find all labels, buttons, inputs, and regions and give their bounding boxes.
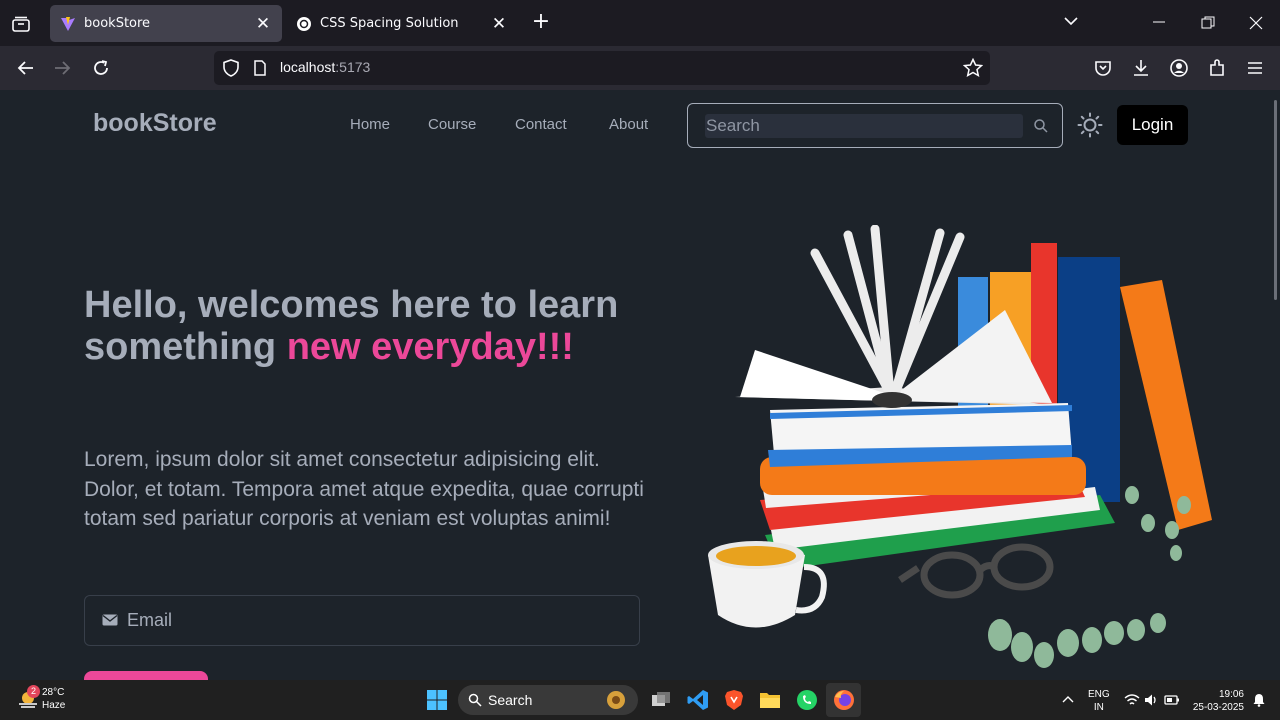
tab-list-button[interactable] [8,11,34,37]
extensions-button[interactable] [1204,56,1230,80]
restore-button[interactable] [1201,16,1215,34]
nav-home[interactable]: Home [350,116,390,133]
taskbar-search-label: Search [488,692,533,708]
shield-icon[interactable] [222,59,240,77]
speaker-icon[interactable] [1144,693,1158,707]
new-tab-button[interactable]: + [530,11,552,34]
books-illustration [708,225,1212,668]
page-icon [254,60,266,76]
input-language[interactable]: ENG IN [1088,688,1110,714]
close-window-button[interactable] [1249,16,1263,34]
region-code: IN [1093,702,1104,713]
account-button[interactable] [1166,56,1192,80]
back-button[interactable] [12,56,38,80]
envelope-icon [102,614,118,626]
hero-paragraph: Lorem, ipsum dolor sit amet consectetur … [84,448,644,530]
nav-course[interactable]: Course [428,116,476,133]
task-view-icon[interactable] [649,688,673,712]
firefox-icon[interactable] [832,688,856,712]
login-button[interactable]: Login [1117,105,1188,145]
battery-icon[interactable] [1164,694,1180,706]
nav-contact[interactable]: Contact [515,116,567,133]
bookmark-star-icon[interactable] [963,58,983,78]
pocket-icon [1095,61,1111,76]
restore-icon [1201,16,1215,29]
notification-bell-icon[interactable] [1252,693,1266,707]
download-icon [1134,60,1148,76]
weather-desc: Haze [42,700,66,711]
reload-icon [94,60,108,75]
weather-temp: 28°C [42,687,65,698]
headline-highlight: new everyday!!! [286,326,574,368]
chatgpt-icon [297,16,311,31]
lang-code: ENG [1088,689,1110,700]
taskbar-search[interactable]: Search [458,685,638,715]
reload-button[interactable] [88,56,114,80]
site-search: Search [687,103,1063,148]
tab-list-icon [12,16,30,32]
back-arrow-icon [17,61,33,75]
weather-widget[interactable]: 28°C Haze [42,686,65,712]
sun-icon[interactable] [1077,112,1103,138]
tab-title: CSS Spacing Solution [320,16,459,31]
url-text[interactable]: localhost:5173 [280,59,370,75]
url-host: localhost [280,59,336,75]
email-placeholder: Email [127,610,173,630]
vscode-icon[interactable] [686,688,710,712]
minimize-icon [1153,21,1165,23]
tab-bookstore[interactable]: bookStore ✕ [50,5,282,42]
web-page: bookStore Home Course Contact About Sear… [0,90,1280,680]
windows-start-icon[interactable] [425,688,449,712]
clock[interactable]: 19:06 25-03-2025 [1192,688,1244,714]
vite-icon [61,16,75,31]
search-input[interactable]: Search [705,114,1023,138]
whatsapp-icon[interactable] [795,688,819,712]
downloads-button[interactable] [1128,56,1154,80]
forward-button[interactable] [50,56,76,80]
account-icon [1170,59,1188,77]
browser-tab-bar: bookStore ✕ CSS Spacing Solution ✕ + [0,0,1280,46]
menu-button[interactable] [1242,56,1268,80]
chevron-down-icon [1064,17,1078,26]
chevron-up-icon[interactable] [1062,695,1074,703]
hero-headline: Hello, welcomes here to learn something … [84,284,644,368]
tab-overflow-button[interactable] [1063,14,1079,30]
tab-css-spacing[interactable]: CSS Spacing Solution ✕ [286,5,518,42]
minimize-button[interactable] [1152,12,1166,30]
windows-taskbar: 2 28°C Haze Search ENG IN 19:06 25-03-20… [0,680,1280,720]
hamburger-icon [1248,62,1262,74]
tab-close-button[interactable]: ✕ [254,14,272,34]
wifi-icon[interactable] [1124,693,1140,707]
tab-title: bookStore [84,16,151,31]
search-icon [468,693,482,707]
file-explorer-icon[interactable] [758,688,782,712]
clock-date: 25-03-2025 [1192,702,1244,713]
weather-badge: 2 [27,685,40,698]
nav-about[interactable]: About [609,116,648,133]
search-highlight-icon [607,691,625,709]
url-port: :5173 [335,59,371,75]
submit-button[interactable] [84,671,208,680]
search-icon[interactable] [1033,118,1049,134]
forward-arrow-icon [55,61,71,75]
puzzle-icon [1210,59,1224,76]
pocket-button[interactable] [1090,56,1116,80]
clock-time: 19:06 [1218,689,1244,700]
brave-icon[interactable] [722,688,746,712]
page-scrollbar[interactable] [1274,100,1277,300]
email-field[interactable]: Email [84,595,640,646]
site-logo[interactable]: bookStore [93,109,217,138]
tab-close-button[interactable]: ✕ [490,14,508,34]
close-icon [1249,16,1263,30]
